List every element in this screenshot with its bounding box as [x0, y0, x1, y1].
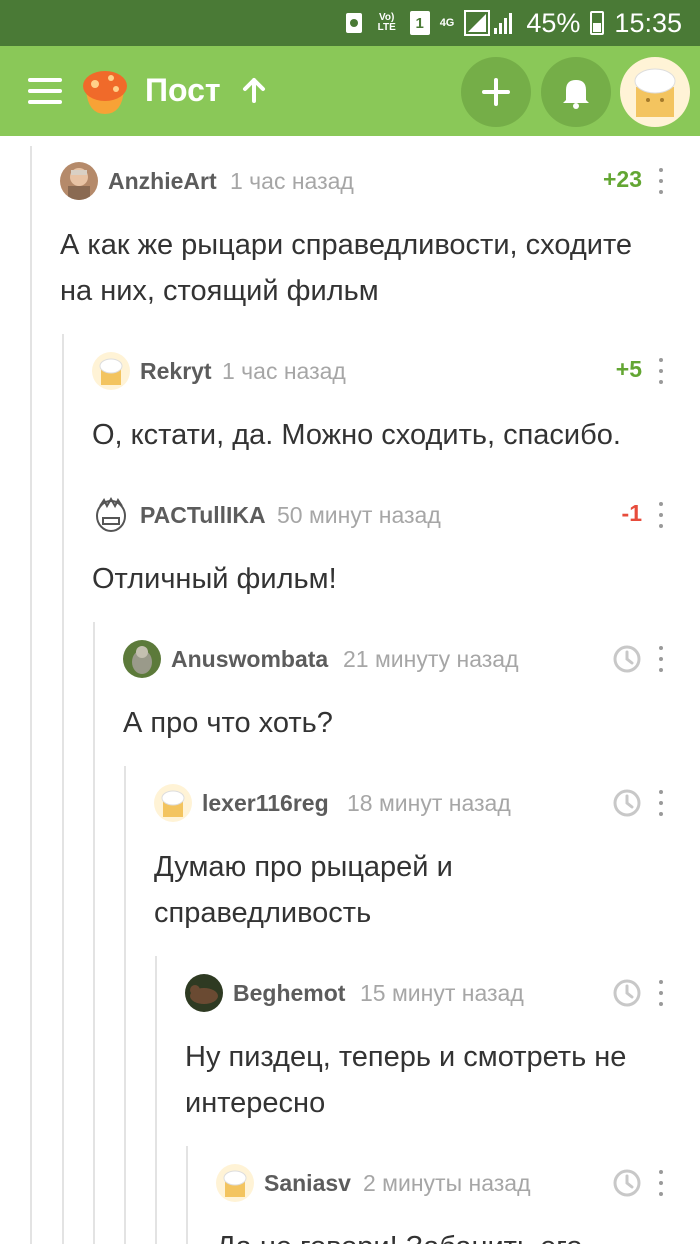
- data-saver-icon: [344, 11, 364, 35]
- comment-text: Ну пиздец, теперь и смотреть не интересн…: [185, 1041, 627, 1119]
- more-options-icon[interactable]: [658, 358, 664, 384]
- comment-text: А как же рыцари справедливости, сходите …: [60, 229, 633, 307]
- avatar[interactable]: [154, 784, 192, 822]
- signal-icon: [464, 10, 516, 36]
- avatar[interactable]: [60, 162, 98, 200]
- comment: PACTullIKA 50 минут назад -1 Отличный фи…: [92, 496, 700, 602]
- comment: Saniasv 2 минуты назад Да не говори! Заб…: [216, 1164, 700, 1244]
- comment-text: Думаю про рыцарей и справедливость: [154, 851, 453, 929]
- bell-icon: [563, 80, 589, 109]
- comment-time[interactable]: 1 час назад: [230, 168, 354, 195]
- add-post-button[interactable]: [461, 57, 531, 127]
- volte-indicator: Vo) LTE: [377, 12, 396, 33]
- page-title: Пост: [145, 72, 221, 108]
- comment-time[interactable]: 21 минуту назад: [343, 646, 519, 673]
- plus-icon: [482, 78, 510, 106]
- avatar[interactable]: [92, 352, 130, 390]
- network-type-indicator: 4G: [439, 16, 455, 29]
- comment: Beghemot 15 минут назад Ну пиздец, тепер…: [185, 974, 700, 1126]
- arrow-up-icon[interactable]: [240, 76, 268, 104]
- app-header: Пост: [0, 46, 700, 136]
- comment: Anuswombata 21 минуту назад А про что хо…: [123, 640, 700, 746]
- thread-line: [155, 956, 157, 1244]
- comment-rating: +5: [615, 356, 642, 382]
- comments-list: AnzhieArt 1 час назад +23 А как же рыцар…: [0, 136, 700, 1244]
- pikabu-logo-icon[interactable]: [78, 64, 132, 118]
- comment: lexer116reg 18 минут назад Думаю про рыц…: [154, 784, 700, 936]
- clock-icon: [613, 645, 641, 673]
- comment-author[interactable]: PACTullIKA: [140, 502, 266, 529]
- comment: Rekryt 1 час назад +5 О, кстати, да. Мож…: [92, 352, 700, 458]
- comment-time[interactable]: 1 час назад: [222, 358, 346, 385]
- avatar[interactable]: [123, 640, 161, 678]
- clock-icon: [613, 789, 641, 817]
- thread-line: [62, 334, 64, 1244]
- comment-text: Отличный фильм!: [92, 563, 337, 595]
- avatar[interactable]: [216, 1164, 254, 1202]
- more-options-icon[interactable]: [658, 1170, 664, 1196]
- sim-indicator: 1: [409, 11, 430, 35]
- more-options-icon[interactable]: [658, 502, 664, 528]
- thread-line: [124, 766, 126, 1244]
- comment-author[interactable]: AnzhieArt: [108, 168, 217, 195]
- status-bar: Vo) LTE 1 4G 45% 15:35: [0, 0, 700, 46]
- comment-author[interactable]: Saniasv: [264, 1170, 351, 1197]
- avatar[interactable]: [185, 974, 223, 1012]
- more-options-icon[interactable]: [658, 646, 664, 672]
- thread-line: [186, 1146, 188, 1244]
- more-options-icon[interactable]: [658, 980, 664, 1006]
- comment-time[interactable]: 2 минуты назад: [363, 1170, 531, 1197]
- thread-line: [30, 146, 32, 1244]
- comment-time[interactable]: 15 минут назад: [360, 980, 524, 1007]
- more-options-icon[interactable]: [658, 790, 664, 816]
- battery-icon: [590, 11, 605, 35]
- hamburger-menu-icon[interactable]: [28, 78, 62, 104]
- comment-author[interactable]: Beghemot: [233, 980, 345, 1007]
- comment-rating: +23: [602, 166, 642, 192]
- more-options-icon[interactable]: [658, 168, 664, 194]
- notifications-button[interactable]: [541, 57, 611, 127]
- comment-author[interactable]: Rekryt: [140, 358, 212, 385]
- comment-author[interactable]: Anuswombata: [171, 646, 328, 673]
- comment-time[interactable]: 18 минут назад: [347, 790, 511, 817]
- user-avatar[interactable]: [620, 57, 690, 127]
- comment: AnzhieArt 1 час назад +23 А как же рыцар…: [60, 162, 700, 314]
- comment-author[interactable]: lexer116reg: [202, 790, 329, 817]
- avatar[interactable]: [92, 496, 130, 534]
- clock-icon: [613, 979, 641, 1007]
- clock: 15:35: [614, 7, 682, 38]
- battery-percent: 45%: [526, 7, 581, 38]
- comment-rating: -1: [621, 500, 642, 526]
- comment-text: О, кстати, да. Можно сходить, спасибо.: [92, 419, 621, 451]
- comment-text: Да не говори! Забанить его: [216, 1224, 700, 1244]
- clock-icon: [613, 1169, 641, 1197]
- comment-text: А про что хоть?: [123, 707, 333, 739]
- comment-time[interactable]: 50 минут назад: [277, 502, 441, 529]
- thread-line: [93, 622, 95, 1244]
